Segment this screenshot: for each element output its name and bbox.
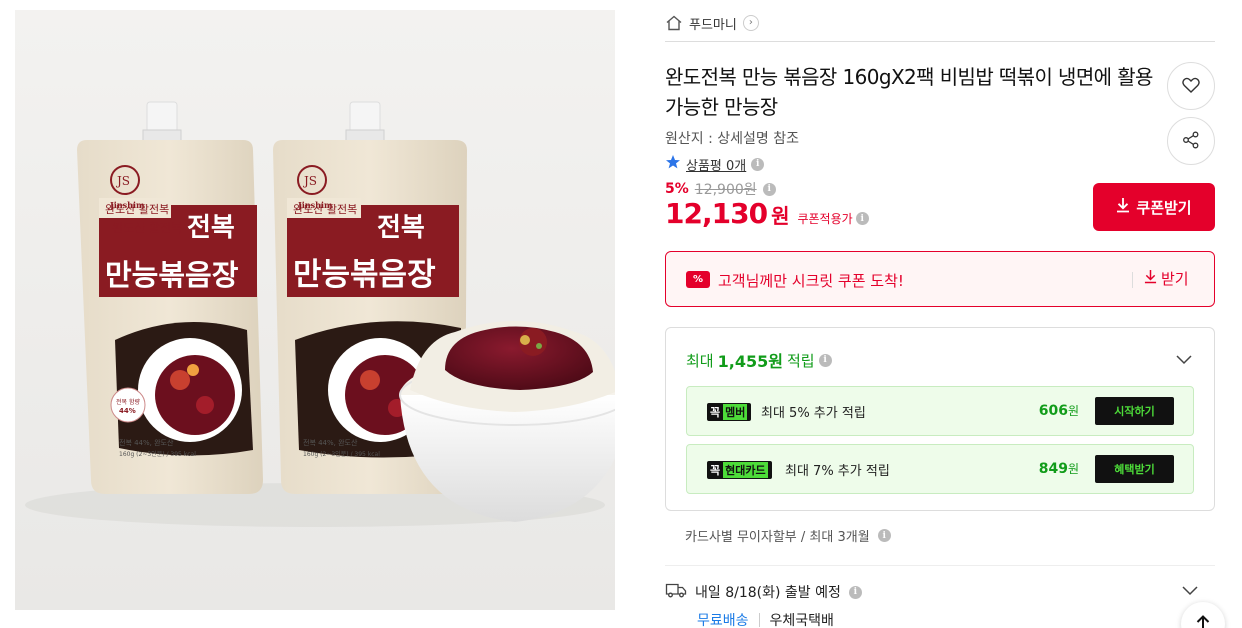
svg-text:JS: JS (115, 174, 130, 188)
card-benefit-button[interactable]: 혜택받기 (1095, 455, 1174, 483)
delivery-schedule: 내일 8/18(화) 출발 예정 i (665, 581, 862, 603)
product-photo: 완도산 활전복 전복 만능볶음장 완도산 활전복 JS Jinshim 전복 함… (15, 10, 615, 610)
shipping-info: 무료배송 우체국택배 (697, 610, 834, 628)
like-button[interactable] (1167, 62, 1215, 110)
home-icon[interactable] (665, 14, 683, 32)
product-title: 완도전복 만능 볶음장 160gX2팩 비빔밥 떡볶이 냉면에 활용가능한 만능… (665, 65, 1153, 119)
svg-text:만능볶음장: 만능볶음장 (293, 257, 436, 293)
info-icon[interactable]: i (751, 157, 765, 171)
badge-mark: 꼭 (710, 464, 721, 477)
svg-text:160g (2~3인분) / 395 kcal: 160g (2~3인분) / 395 kcal (119, 451, 196, 458)
carrier-name: 우체국택배 (769, 613, 834, 628)
installment-info: 카드사별 무이자할부 / 최대 3개월 i (685, 526, 891, 545)
svg-text:160g (2~3인분) / 395 kcal: 160g (2~3인분) / 395 kcal (303, 451, 380, 458)
points-suffix: 적립 (786, 351, 815, 370)
original-price: 12,900원 (694, 182, 757, 198)
price-row: 12,130 원 쿠폰적용가 i (665, 197, 869, 230)
info-icon[interactable]: i (855, 212, 869, 225)
benefit-description: 최대 5% 추가 적립 (761, 406, 866, 421)
share-icon (1181, 130, 1201, 153)
get-label: 받기 (1161, 270, 1189, 288)
download-icon (1116, 197, 1130, 217)
origin-info: 원산지 : 상세설명 참조 (665, 131, 799, 147)
coupon-applied-text: 쿠폰적용가 (797, 212, 853, 226)
secret-coupon-get-button[interactable]: 받기 (1144, 268, 1189, 289)
membership-benefit-row: 꼭 멤버 최대 5% 추가 적립 606원 시작하기 (686, 386, 1194, 436)
benefit-points: 849원 (1007, 460, 1079, 477)
coupon-applied-label: 쿠폰적용가 i (797, 210, 869, 227)
chevron-down-icon[interactable] (1179, 579, 1201, 601)
arrow-up-icon (1194, 614, 1212, 628)
discount-row: 5% 12,900원 i (665, 179, 776, 199)
discount-rate: 5% (665, 181, 689, 197)
membership-start-button[interactable]: 시작하기 (1095, 397, 1174, 425)
points-amount: 1,455원 (717, 352, 783, 371)
product-info-panel: 푸드마니 › 완도전복 만능 볶음장 160gX2팩 비빔밥 떡볶이 냉면에 활… (665, 0, 1215, 628)
benefit-points-value: 849 (1038, 461, 1068, 477)
chevron-down-icon[interactable] (1173, 348, 1195, 370)
review-count-link[interactable]: 상품평 0개 (686, 155, 746, 174)
svg-text:전복: 전복 (187, 213, 235, 243)
svg-text:전복: 전복 (377, 213, 425, 243)
product-image: 완도산 활전복 전복 만능볶음장 완도산 활전복 JS Jinshim 전복 함… (15, 10, 615, 610)
truck-icon (665, 581, 687, 603)
card-benefit-row: 꼭 현대카드 최대 7% 추가 적립 849원 혜택받기 (686, 444, 1194, 494)
chevron-right-icon[interactable]: › (742, 15, 759, 31)
points-prefix: 최대 (686, 351, 714, 370)
benefit-points-value: 606 (1038, 403, 1068, 419)
svg-text:전복 함량: 전복 함량 (116, 398, 140, 406)
svg-text:Jinshim: Jinshim (109, 200, 145, 210)
shipping-fee: 무료배송 (697, 613, 749, 628)
download-icon (1144, 269, 1157, 288)
delivery-date: 내일 8/18(화) 출발 예정 (695, 585, 841, 601)
divider (758, 613, 760, 627)
svg-text:44%: 44% (119, 407, 136, 415)
badge-name: 멤버 (723, 404, 748, 420)
secret-coupon-message: 고객님께만 시크릿 쿠폰 도착! (718, 272, 904, 290)
divider (1132, 272, 1133, 288)
benefit-points-unit: 원 (1067, 462, 1079, 476)
review-summary: 상품평 0개 i (665, 154, 765, 174)
info-icon[interactable]: i (877, 529, 891, 542)
coupon-tag-icon: % (686, 271, 710, 288)
svg-text:전복 44%, 완도산: 전복 44%, 완도산 (119, 438, 174, 447)
coupon-button-label: 쿠폰받기 (1136, 198, 1192, 217)
svg-text:만능볶음장: 만능볶음장 (105, 258, 239, 292)
membership-badge: 꼭 멤버 (707, 403, 752, 421)
points-summary: 최대 1,455원 적립 i (686, 348, 832, 372)
divider (665, 565, 1215, 566)
badge-mark: 꼭 (710, 406, 721, 419)
benefit-points: 606원 (1007, 402, 1079, 419)
points-panel: 최대 1,455원 적립 i 꼭 멤버 최대 5% 추가 적립 606원 시작하… (665, 327, 1215, 511)
benefit-description: 최대 7% 추가 적립 (785, 464, 890, 479)
info-icon[interactable]: i (848, 585, 862, 599)
secret-coupon-banner[interactable]: % 고객님께만 시크릿 쿠폰 도착! 받기 (665, 251, 1215, 307)
installment-text: 카드사별 무이자할부 / 최대 3개월 (685, 530, 870, 545)
share-button[interactable] (1167, 117, 1215, 165)
breadcrumb: 푸드마니 › (665, 12, 759, 34)
card-badge: 꼭 현대카드 (707, 461, 772, 479)
svg-text:전복 44%, 완도산: 전복 44%, 완도산 (303, 438, 358, 447)
svg-text:완도산 활전복: 완도산 활전복 (112, 221, 182, 235)
badge-name: 현대카드 (723, 462, 768, 478)
benefit-points-unit: 원 (1067, 404, 1079, 418)
info-icon[interactable]: i (762, 182, 776, 196)
coupon-download-button[interactable]: 쿠폰받기 (1093, 183, 1215, 231)
svg-text:JS: JS (302, 174, 317, 188)
svg-text:Jinshim: Jinshim (297, 200, 333, 210)
info-icon[interactable]: i (818, 353, 832, 367)
divider (665, 41, 1215, 42)
currency-unit: 원 (771, 204, 790, 228)
heart-icon (1181, 75, 1201, 98)
pouch-left: 완도산 활전복 전복 만능볶음장 완도산 활전복 JS Jinshim 전복 함… (77, 101, 263, 494)
seller-name[interactable]: 푸드마니 (689, 14, 737, 33)
star-icon (665, 154, 681, 174)
sale-price: 12,130 (665, 197, 768, 230)
